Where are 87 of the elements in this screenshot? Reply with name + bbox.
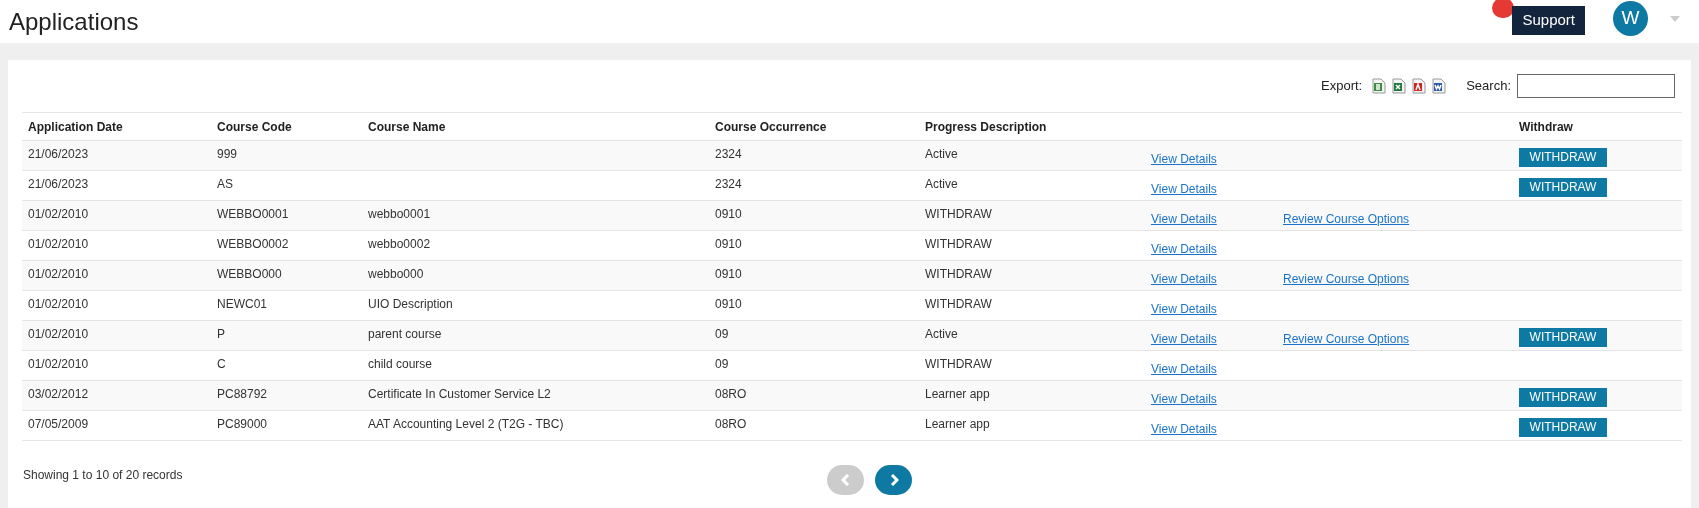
table-cell: AAT Accounting Level 2 (T2G - TBC) [368,417,564,431]
document-file-icon[interactable] [1432,78,1447,94]
table-cell: 07/05/2009 [28,417,89,431]
view-details-link[interactable]: View Details [1151,271,1217,286]
table-cell: C [217,357,226,371]
table-cell: 2324 [715,177,742,191]
page-title: Applications [9,6,139,37]
table-cell: Learner app [925,417,990,431]
csv-file-icon[interactable] [1372,78,1387,94]
view-details-link[interactable]: View Details [1151,211,1217,226]
column-header: Progress Description [925,119,1047,134]
table-cell: 21/06/2023 [28,177,89,191]
view-details-link[interactable]: View Details [1151,151,1217,166]
table-cell: WITHDRAW [925,267,992,281]
table-cell: webbo000 [368,267,424,281]
chevron-right-icon [888,474,899,486]
next-page-button[interactable] [875,465,912,495]
table-cell: 0910 [715,207,742,221]
table-cell: WEBBO000 [217,267,282,281]
table-cell: Certificate In Customer Service L2 [368,387,551,401]
review-course-options-link[interactable]: Review Course Options [1283,271,1410,286]
support-button[interactable]: Support [1512,5,1585,35]
view-details-link[interactable]: View Details [1151,421,1217,436]
table-cell: webbo0002 [368,237,431,251]
table-cell: Active [925,147,958,161]
notification-badge [1492,0,1515,19]
withdraw-button[interactable]: WITHDRAW [1519,388,1607,407]
column-header: Course Name [368,119,446,134]
chevron-left-icon [840,474,851,486]
table-cell: UIO Description [368,297,453,311]
table-cell: 01/02/2010 [28,327,89,341]
withdraw-button[interactable]: WITHDRAW [1519,148,1607,167]
view-details-link[interactable]: View Details [1151,391,1217,406]
table-cell: 01/02/2010 [28,207,89,221]
table-cell: WEBBO0002 [217,237,289,251]
table-cell: WITHDRAW [925,207,992,221]
table-cell: WITHDRAW [925,357,992,371]
table-cell: P [217,327,225,341]
table-cell: 08RO [715,387,747,401]
table-cell: webbo0001 [368,207,431,221]
table-cell: Active [925,327,958,341]
view-details-link[interactable]: View Details [1151,361,1217,376]
view-details-link[interactable]: View Details [1151,331,1217,346]
table-cell: WITHDRAW [925,237,992,251]
table-cell: Learner app [925,387,990,401]
spreadsheet-file-icon[interactable] [1392,78,1407,94]
table-cell: child course [368,357,433,371]
table-cell: 999 [217,147,238,161]
table-cell: 08RO [715,417,747,431]
export-label: Export: [1321,77,1363,96]
table-cell: 01/02/2010 [28,267,89,281]
table-cell: 0910 [715,267,742,281]
table-cell: 03/02/2012 [28,387,89,401]
pdf-file-icon[interactable] [1412,78,1427,94]
table-cell: 0910 [715,297,742,311]
withdraw-button[interactable]: WITHDRAW [1519,328,1607,347]
column-header: Withdraw [1519,119,1573,134]
table-cell: 2324 [715,147,742,161]
table-cell: AS [217,177,233,191]
records-info: Showing 1 to 10 of 20 records [22,467,184,484]
table-cell: PC89000 [217,417,268,431]
column-header: Course Code [217,119,292,134]
table-cell: 01/02/2010 [28,237,89,251]
withdraw-button[interactable]: WITHDRAW [1519,178,1607,197]
column-header: Course Occurrence [715,119,827,134]
search-field[interactable] [1517,74,1675,98]
table-cell: WITHDRAW [925,297,992,311]
view-details-link[interactable]: View Details [1151,241,1217,256]
table-cell: 01/02/2010 [28,297,89,311]
table-cell: PC88792 [217,387,268,401]
table-cell: 21/06/2023 [28,147,89,161]
table-cell: NEWC01 [217,297,267,311]
table-cell: 09 [715,357,729,371]
table-cell: 0910 [715,237,742,251]
table-cell: 01/02/2010 [28,357,89,371]
table-cell: Active [925,177,958,191]
table-cell: 09 [715,327,729,341]
review-course-options-link[interactable]: Review Course Options [1283,211,1410,226]
user-avatar[interactable]: W [1613,1,1648,36]
column-header: Application Date [28,119,123,134]
view-details-link[interactable]: View Details [1151,301,1217,316]
review-course-options-link[interactable]: Review Course Options [1283,331,1410,346]
view-details-link[interactable]: View Details [1151,181,1217,196]
table-cell: parent course [368,327,442,341]
search-label: Search: [1466,77,1511,96]
table-cell: WEBBO0001 [217,207,289,221]
withdraw-button[interactable]: WITHDRAW [1519,418,1607,437]
